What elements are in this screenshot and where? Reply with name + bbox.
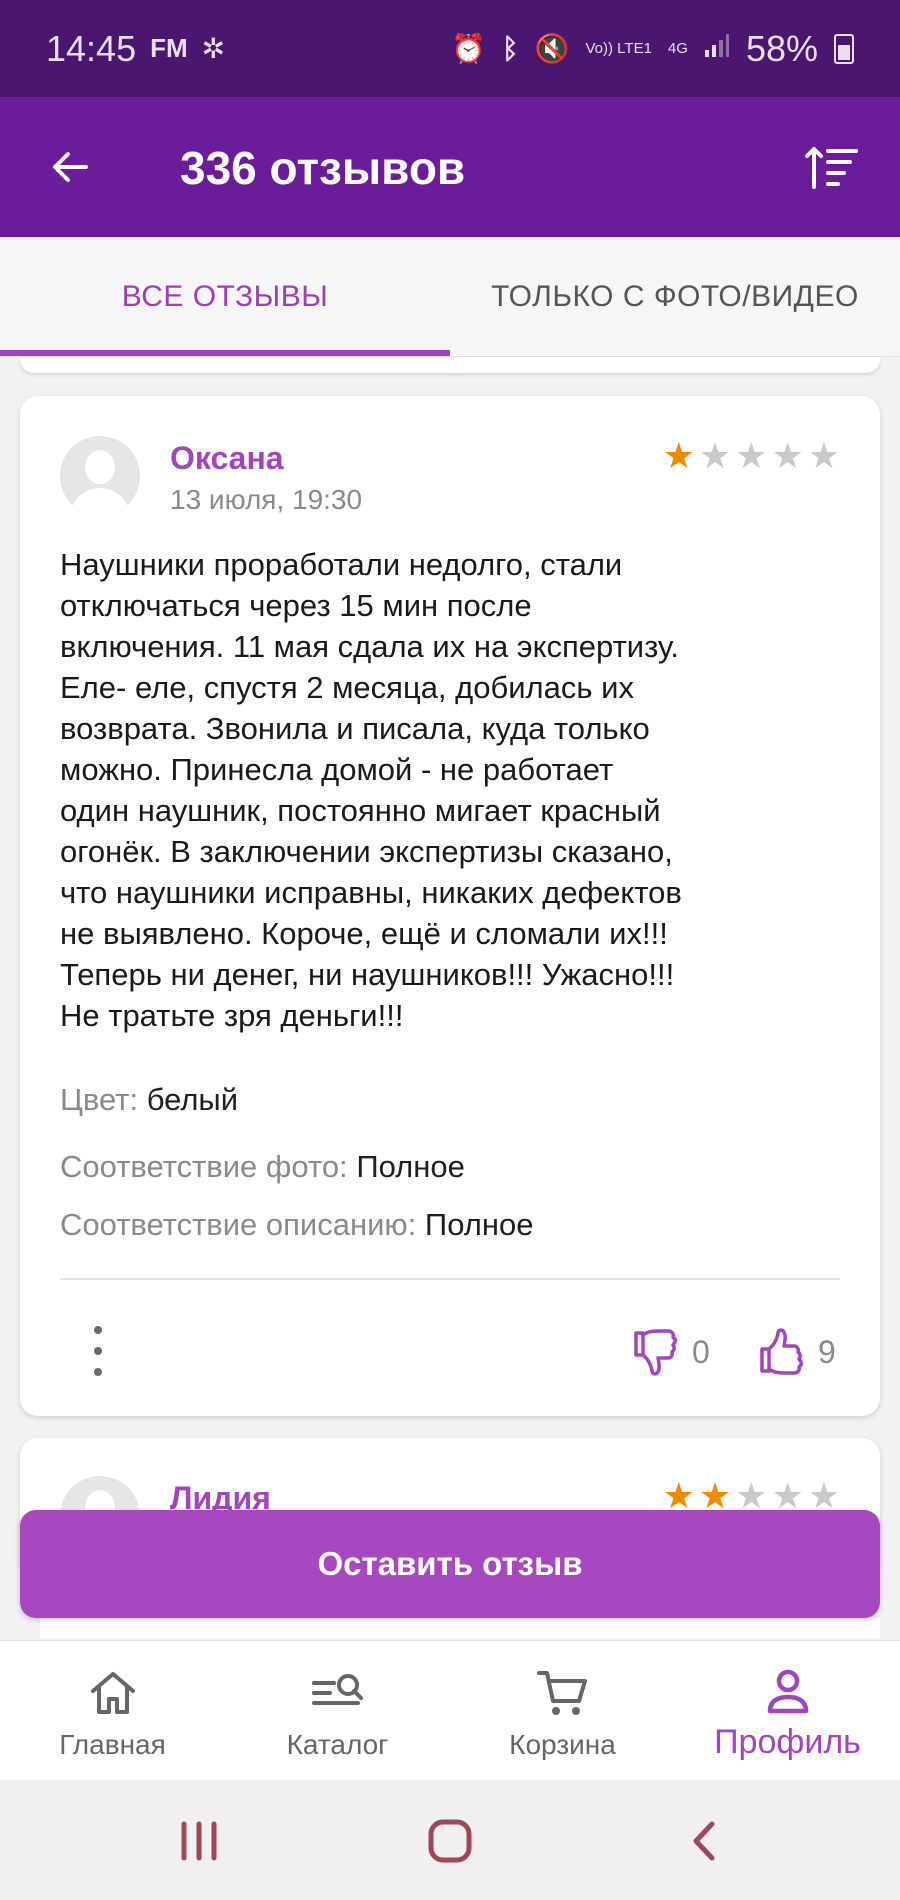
battery-percent: 58% bbox=[745, 27, 818, 69]
nav-label: Каталог bbox=[286, 1729, 389, 1760]
attribute-key: Цвет: bbox=[60, 1082, 139, 1117]
system-navigation-bar bbox=[0, 1780, 900, 1900]
attribute-value: Полное bbox=[356, 1149, 465, 1184]
rating-stars: ★ ★ ★ ★ ★ bbox=[663, 1478, 840, 1514]
tab-indicator bbox=[0, 350, 450, 356]
tab-photo-video[interactable]: ТОЛЬКО С ФОТО/ВИДЕО bbox=[450, 237, 900, 357]
bluetooth-icon: ᛒ bbox=[501, 32, 519, 64]
star-filled-icon: ★ bbox=[698, 1475, 732, 1516]
review-tabs: ВСЕ ОТЗЫВЫ ТОЛЬКО С ФОТО/ВИДЕО bbox=[0, 237, 900, 357]
dislike-count: 0 bbox=[692, 1333, 710, 1370]
profile-icon bbox=[767, 1669, 808, 1714]
like-count: 9 bbox=[818, 1333, 836, 1370]
like-button[interactable]: 9 bbox=[758, 1326, 836, 1378]
status-time: 14:45 bbox=[46, 27, 137, 69]
home-icon bbox=[90, 1672, 135, 1714]
tab-all-reviews[interactable]: ВСЕ ОТЗЫВЫ bbox=[0, 237, 450, 357]
avatar bbox=[60, 436, 140, 516]
fan-icon: ✲ bbox=[201, 33, 226, 64]
nav-item-catalog[interactable]: Каталог bbox=[225, 1641, 450, 1781]
bottom-navigation: Главная Каталог Корзина Профиль bbox=[0, 1640, 900, 1780]
previous-review-card bbox=[20, 357, 880, 373]
star-empty-icon: ★ bbox=[771, 1475, 804, 1516]
review-date: 13 июля, 19:30 bbox=[170, 484, 363, 515]
nav-item-profile[interactable]: Профиль bbox=[675, 1641, 900, 1781]
recent-apps-icon[interactable] bbox=[174, 1816, 224, 1866]
signal-icon bbox=[704, 32, 730, 65]
attribute-value: белый bbox=[146, 1082, 239, 1117]
review-text: Наушники проработали недолго, стали откл… bbox=[60, 547, 682, 1033]
alarm-icon: ⏰ bbox=[450, 33, 486, 64]
divider bbox=[60, 1278, 840, 1280]
back-button-icon[interactable] bbox=[680, 1816, 730, 1866]
cart-icon bbox=[536, 1671, 587, 1715]
nav-label: Профиль bbox=[714, 1723, 861, 1761]
home-button-icon[interactable] bbox=[425, 1816, 475, 1866]
page-title: 336 отзывов bbox=[180, 142, 466, 194]
star-filled-icon: ★ bbox=[662, 435, 695, 476]
catalog-search-icon bbox=[311, 1674, 363, 1705]
app-bar: 336 отзывов bbox=[0, 97, 900, 237]
rating-stars: ★ ★ ★ ★ ★ bbox=[663, 438, 840, 474]
star-empty-icon: ★ bbox=[807, 435, 840, 476]
battery-icon bbox=[834, 33, 854, 64]
more-options-icon[interactable] bbox=[86, 1326, 110, 1376]
4g-icon: 4G bbox=[667, 39, 688, 57]
dislike-button[interactable]: 0 bbox=[632, 1326, 710, 1378]
attribute-photo-match: Соответствие фото: Полное bbox=[60, 1149, 465, 1185]
fm-radio-icon: FM bbox=[150, 33, 188, 63]
mute-icon: 🔇 bbox=[534, 33, 570, 64]
star-empty-icon: ★ bbox=[698, 435, 732, 476]
nav-label: Главная bbox=[59, 1729, 166, 1760]
thumbs-down-icon bbox=[634, 1329, 677, 1376]
attribute-key: Соответствие фото: bbox=[60, 1149, 348, 1184]
attribute-value: Полное bbox=[424, 1207, 534, 1242]
nav-item-cart[interactable]: Корзина bbox=[450, 1641, 675, 1781]
nav-item-home[interactable]: Главная bbox=[0, 1641, 225, 1781]
review-card: Оксана 13 июля, 19:30 ★ ★ ★ ★ ★ Наушники… bbox=[20, 396, 880, 1416]
attribute-key: Соответствие описанию: bbox=[60, 1207, 417, 1242]
thumbs-up-icon bbox=[760, 1328, 803, 1375]
leave-review-button[interactable]: Оставить отзыв bbox=[20, 1510, 880, 1618]
star-empty-icon: ★ bbox=[807, 1475, 840, 1516]
attribute-description-match: Соответствие описанию: Полное bbox=[60, 1207, 533, 1243]
star-filled-icon: ★ bbox=[662, 1475, 695, 1516]
star-empty-icon: ★ bbox=[735, 1475, 768, 1516]
star-empty-icon: ★ bbox=[771, 435, 804, 476]
attribute-color: Цвет: белый bbox=[60, 1082, 238, 1118]
card-continuation bbox=[40, 1618, 880, 1638]
arrow-left-icon[interactable] bbox=[46, 143, 94, 191]
review-author[interactable]: Оксана bbox=[170, 440, 284, 477]
sort-icon[interactable] bbox=[804, 145, 858, 191]
status-bar: 14:45 FM ✲ ⏰ ᛒ 🔇 Vo)) LTE1 4G 58% bbox=[0, 0, 900, 97]
star-empty-icon: ★ bbox=[735, 435, 768, 476]
volte-icon: Vo)) LTE1 bbox=[585, 39, 652, 57]
nav-label: Корзина bbox=[509, 1729, 616, 1760]
